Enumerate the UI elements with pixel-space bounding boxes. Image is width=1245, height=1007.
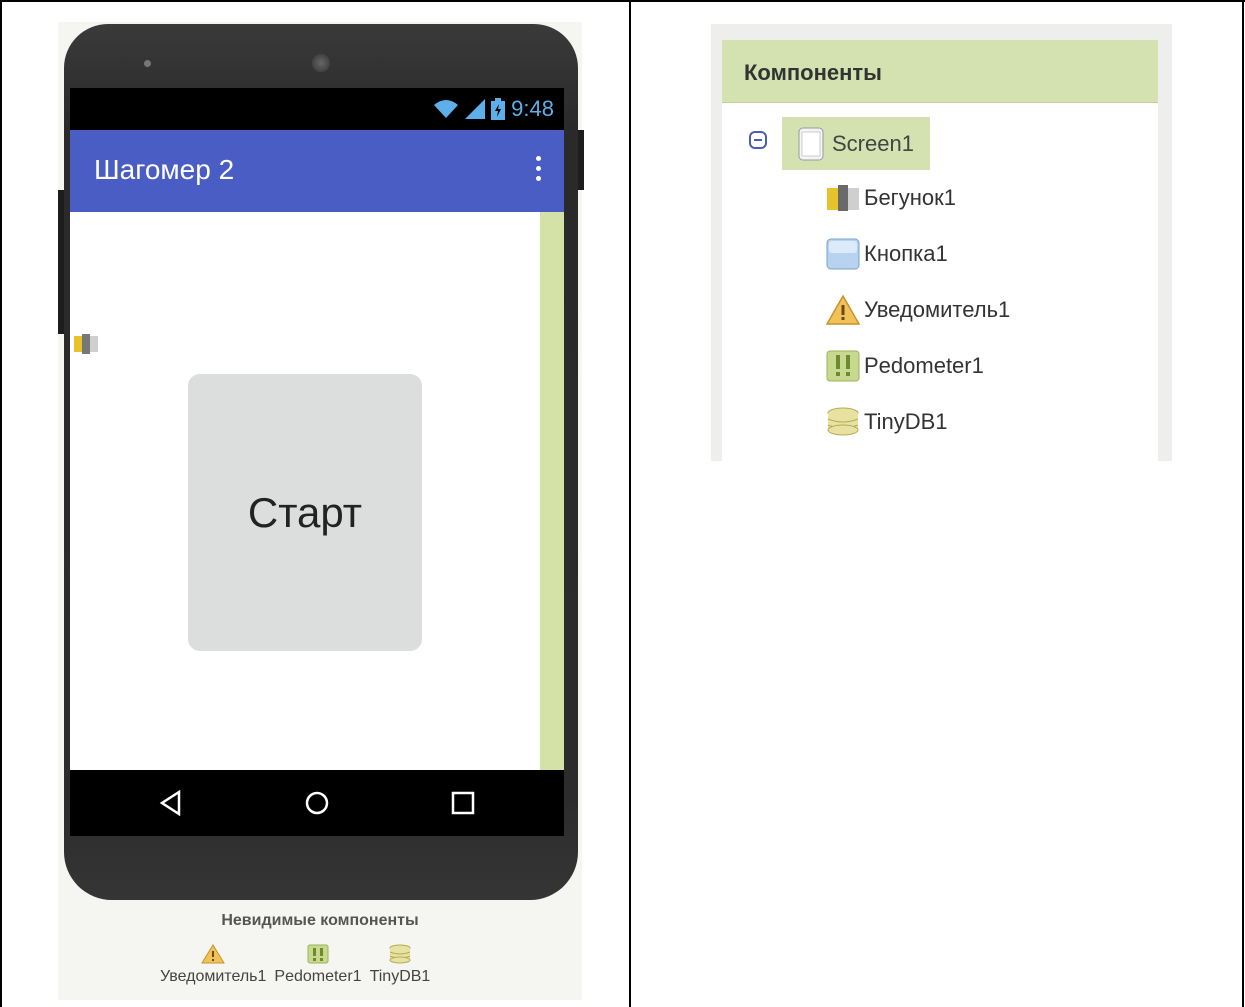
tree-node-notifier[interactable]: Уведомитель1 xyxy=(826,290,1010,330)
tree-node-label: TinyDB1 xyxy=(864,409,948,434)
button-icon xyxy=(826,238,860,270)
slider-icon[interactable] xyxy=(74,334,98,354)
table-border-top xyxy=(0,0,1245,2)
slider-icon xyxy=(827,185,859,211)
screen-icon xyxy=(798,127,824,160)
components-panel-title: Компоненты xyxy=(744,60,882,85)
database-icon xyxy=(827,407,859,436)
invisible-item-label: Pedometer1 xyxy=(274,968,362,985)
recents-icon[interactable] xyxy=(446,786,480,820)
tree-node-button[interactable]: Кнопка1 xyxy=(826,234,948,274)
table-divider xyxy=(629,0,631,1007)
overflow-menu-icon[interactable] xyxy=(536,156,542,182)
signal-icon xyxy=(465,99,486,119)
tree-node-label: Pedometer1 xyxy=(864,353,984,378)
invisible-item-label: Уведомитель1 xyxy=(160,968,267,985)
table-border-right xyxy=(1242,0,1244,1007)
tree-node-tinydb[interactable]: TinyDB1 xyxy=(826,402,948,442)
start-button[interactable]: Старт xyxy=(188,374,422,651)
status-time: 9:48 xyxy=(511,96,554,121)
invisible-components-title: Невидимые компоненты xyxy=(221,912,419,929)
components-panel-header: Компоненты xyxy=(722,40,1158,103)
tree-node-slider[interactable]: Бегунок1 xyxy=(826,178,956,218)
tree-node-screen1[interactable]: Screen1 xyxy=(782,117,930,170)
battery-icon xyxy=(491,98,506,120)
invisible-item-notifier[interactable]: Уведомитель1 xyxy=(160,944,266,986)
status-bar: 9:48 xyxy=(70,88,564,130)
phone-camera xyxy=(312,54,330,72)
warning-icon xyxy=(201,944,226,964)
phone-sensor xyxy=(144,60,151,67)
tree-node-label: Бегунок1 xyxy=(864,185,956,210)
wifi-icon xyxy=(434,100,459,118)
pedometer-icon xyxy=(307,944,329,964)
tree-node-pedometer[interactable]: Pedometer1 xyxy=(826,346,984,386)
tree-node-label: Screen1 xyxy=(832,130,914,156)
app-title: Шагомер 2 xyxy=(94,154,235,185)
tree-node-label: Уведомитель1 xyxy=(864,297,1011,322)
navigation-bar xyxy=(70,770,564,836)
database-icon xyxy=(389,944,411,964)
warning-icon xyxy=(826,295,860,325)
invisible-item-pedometer[interactable]: Pedometer1 xyxy=(274,944,362,986)
pedometer-icon xyxy=(826,350,860,382)
invisible-item-label: TinyDB1 xyxy=(369,968,431,985)
home-icon[interactable] xyxy=(300,786,334,820)
invisible-components-list: Уведомитель1 Pedometer1 TinyDB1 xyxy=(160,944,430,986)
back-icon[interactable] xyxy=(154,786,188,820)
app-bar: Шагомер 2 xyxy=(70,130,564,212)
scrollbar[interactable] xyxy=(540,212,564,770)
table-border-left xyxy=(0,0,2,1007)
collapse-icon[interactable] xyxy=(749,131,767,149)
invisible-item-tinydb[interactable]: TinyDB1 xyxy=(369,944,431,986)
tree-node-label: Кнопка1 xyxy=(864,241,948,266)
